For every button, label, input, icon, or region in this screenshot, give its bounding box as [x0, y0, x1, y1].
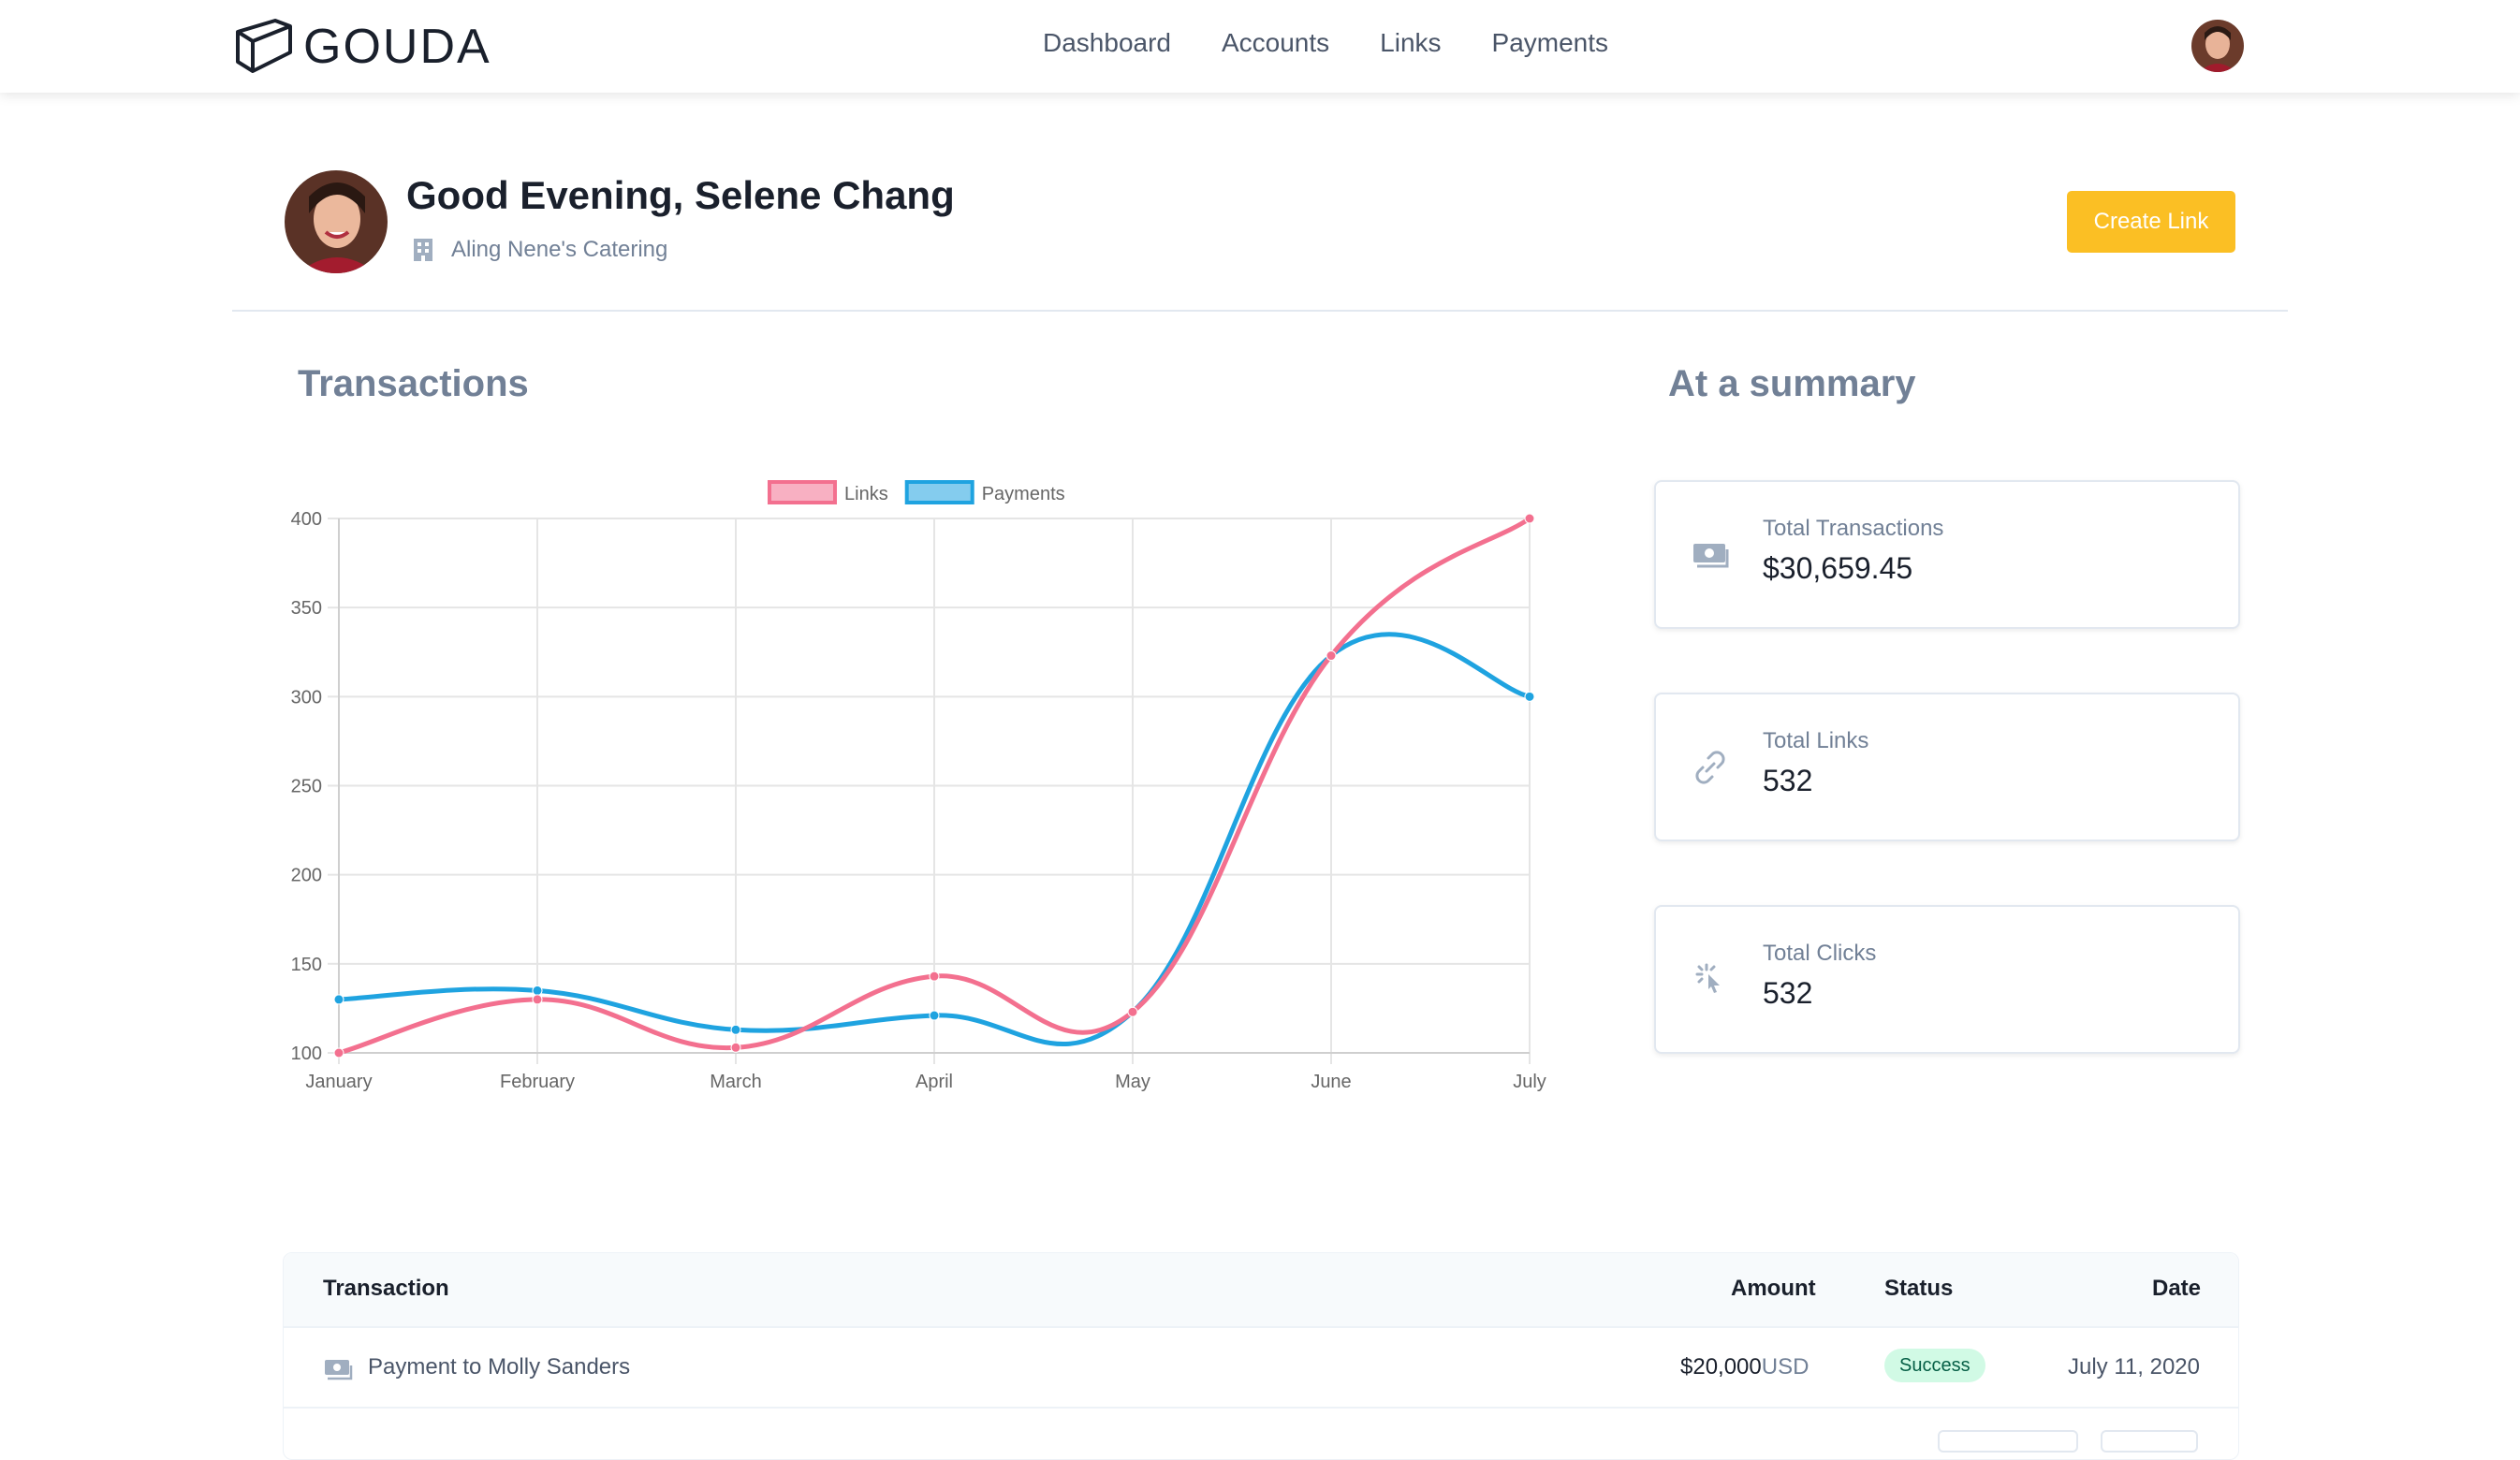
x-tick-label: January [305, 1072, 372, 1092]
x-tick-label: April [916, 1072, 953, 1092]
summary-card-clicks: Total Clicks 532 [1654, 905, 2240, 1054]
top-navbar: GOUDA Dashboard Accounts Links Payments [0, 0, 2520, 93]
y-tick-label: 250 [291, 777, 322, 797]
create-link-button[interactable]: Create Link [2067, 191, 2235, 253]
x-tick-label: June [1311, 1072, 1351, 1092]
amount-currency: USD [1761, 1354, 1809, 1380]
building-icon [414, 239, 432, 261]
legend-label-payments: Payments [982, 484, 1065, 504]
transaction-date: July 11, 2020 [2068, 1354, 2200, 1380]
data-point-payments [333, 994, 344, 1005]
y-tick-label: 100 [291, 1044, 322, 1064]
link-icon [1695, 751, 1725, 784]
user-avatar[interactable] [2191, 20, 2244, 72]
user-avatar-image [2191, 20, 2244, 72]
card-label: Total Clicks [1763, 941, 1877, 966]
transaction-name: Payment to Molly Sanders [368, 1354, 631, 1380]
company-info: Aling Nene's Catering [410, 237, 667, 263]
summary-card-links: Total Links 532 [1654, 693, 2240, 841]
column-header-transaction[interactable]: Transaction [323, 1276, 449, 1302]
column-header-amount[interactable]: Amount [1731, 1276, 1816, 1302]
legend-label-links: Links [844, 484, 888, 504]
card-label: Total Links [1763, 728, 1869, 753]
column-header-status[interactable]: Status [1884, 1276, 1953, 1302]
brand-name: GOUDA [303, 20, 491, 74]
data-point-links [730, 1042, 741, 1053]
data-point-payments [929, 1010, 940, 1021]
transactions-table: Transaction Amount Status Date Payment t… [283, 1252, 2239, 1460]
brand-logo[interactable]: GOUDA [232, 15, 491, 79]
y-tick-label: 400 [291, 509, 322, 530]
status-badge: Success [1884, 1349, 1985, 1382]
table-header: Transaction Amount Status Date [284, 1253, 2238, 1328]
summary-title: At a summary [1668, 363, 1916, 404]
nav-payments[interactable]: Payments [1492, 28, 1609, 58]
y-tick-label: 350 [291, 598, 322, 619]
profile-avatar [285, 170, 388, 273]
main-nav: Dashboard Accounts Links Payments [1043, 28, 1659, 58]
header-divider [232, 310, 2288, 312]
click-icon [1695, 963, 1720, 993]
profile-avatar-image [285, 170, 388, 273]
pagination-next-button[interactable] [2101, 1430, 2198, 1453]
summary-card-transactions: Total Transactions $30,659.45 [1654, 480, 2240, 629]
legend-swatch-links [768, 480, 837, 504]
column-header-date[interactable]: Date [2152, 1276, 2201, 1302]
data-point-links [1326, 650, 1337, 662]
money-icon [325, 1360, 353, 1380]
card-value: $30,659.45 [1763, 551, 1913, 585]
nav-accounts[interactable]: Accounts [1222, 28, 1329, 58]
pagination-prev-button[interactable] [1938, 1430, 2078, 1453]
transactions-title: Transactions [298, 363, 529, 404]
company-name: Aling Nene's Catering [451, 237, 668, 262]
cube-logo-icon [236, 19, 292, 73]
data-point-payments [730, 1024, 741, 1035]
data-point-links [1127, 1006, 1138, 1017]
y-tick-label: 150 [291, 955, 322, 975]
y-tick-label: 200 [291, 866, 322, 886]
data-point-payments [1524, 691, 1535, 702]
data-point-links [532, 994, 543, 1005]
x-tick-label: March [710, 1072, 762, 1092]
data-point-links [333, 1047, 344, 1058]
transactions-chart: 100 150 200 250 300 350 400 January February Marc… [291, 480, 1546, 1092]
data-point-links [1524, 513, 1535, 524]
y-tick-label: 300 [291, 687, 322, 708]
card-value: 532 [1763, 764, 1813, 797]
table-row[interactable]: Payment to Molly Sanders $20,000USD Succ… [284, 1328, 2238, 1409]
nav-links[interactable]: Links [1380, 28, 1441, 58]
nav-dashboard[interactable]: Dashboard [1043, 28, 1171, 58]
data-point-links [929, 971, 940, 982]
card-label: Total Transactions [1763, 516, 1944, 541]
card-value: 532 [1763, 976, 1813, 1010]
legend-swatch-payments [904, 480, 974, 504]
transaction-amount: $20,000USD [1680, 1354, 1809, 1380]
greeting-title: Good Evening, Selene Chang [406, 173, 955, 217]
x-tick-label: July [1513, 1072, 1546, 1092]
data-point-payments [532, 985, 543, 996]
amount-value: $20,000 [1680, 1354, 1762, 1380]
x-tick-label: February [500, 1072, 575, 1092]
x-tick-label: May [1115, 1072, 1150, 1092]
money-icon [1693, 544, 1729, 568]
